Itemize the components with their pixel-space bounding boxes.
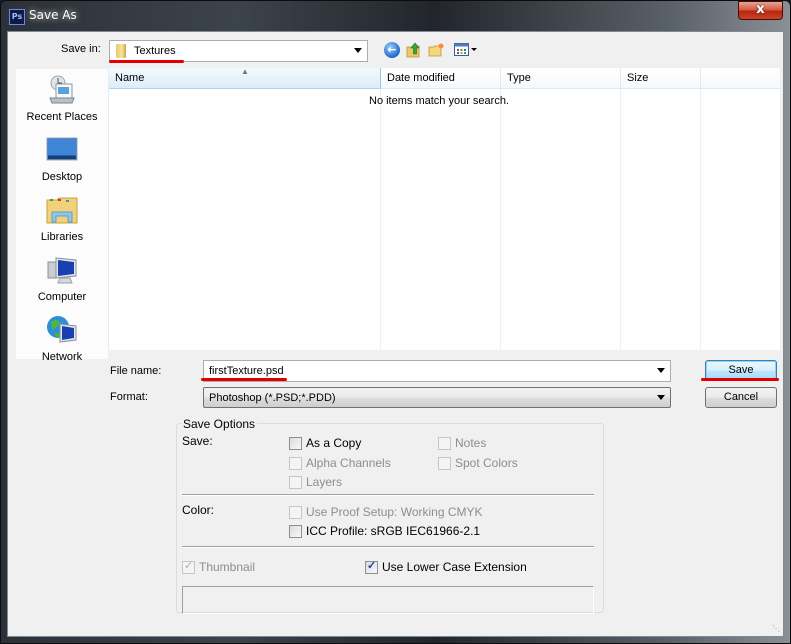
dialog-client-area: Save in: Textures ← Recent Places Deskto… [7, 31, 784, 637]
color-section-label: Color: [182, 503, 215, 517]
sidebar-item-label: Desktop [41, 171, 83, 183]
checkbox-box[interactable] [438, 456, 451, 470]
checkbox-box[interactable] [289, 475, 302, 489]
checkmark-icon: ✓ [184, 559, 194, 572]
status-box [182, 586, 594, 614]
checkmark-icon: ✓ [367, 559, 377, 572]
save-section-label: Save: [182, 434, 213, 448]
alpha-channels-checkbox[interactable]: Alpha Channels [289, 456, 391, 470]
checkbox-label: As a Copy [306, 436, 362, 450]
up-folder-icon[interactable] [406, 42, 422, 58]
use-proof-setup-checkbox[interactable]: Use Proof Setup: Working CMYK [289, 505, 483, 519]
layers-checkbox[interactable]: Layers [289, 475, 342, 489]
recent-places-icon [49, 75, 75, 104]
checkbox-label: Alpha Channels [306, 456, 391, 470]
checkbox-label: Layers [306, 475, 343, 489]
chevron-down-icon[interactable] [657, 368, 665, 373]
sidebar-item-libraries[interactable]: Libraries [16, 194, 108, 243]
network-icon [47, 316, 77, 343]
format-label: Format: [110, 391, 148, 403]
format-value: Photoshop (*.PSD;*.PDD) [209, 392, 336, 404]
sidebar-item-computer[interactable]: Computer [16, 254, 108, 303]
annotation-underline-save-in [109, 60, 184, 63]
checkbox-box[interactable]: ✓ [182, 559, 195, 574]
checkbox-label: ICC Profile: sRGB IEC61966-2.1 [306, 524, 481, 538]
sidebar-item-desktop[interactable]: Desktop [16, 134, 108, 183]
checkbox-label: Spot Colors [455, 456, 518, 470]
file-name-label: File name: [110, 365, 162, 377]
save-as-dialog: Ps Save As x Save in: Textures ← Recent … [0, 0, 791, 644]
close-icon: x [756, 2, 765, 17]
column-header-label: Size [627, 72, 649, 84]
sort-ascending-icon: ▲ [241, 67, 249, 76]
as-a-copy-checkbox[interactable]: As a Copy [289, 436, 361, 450]
file-list[interactable]: ▲ Name Date modified Type Size No items … [108, 67, 780, 350]
chevron-down-icon [354, 48, 362, 53]
folder-icon [116, 44, 126, 58]
icc-profile-checkbox[interactable]: ICC Profile: sRGB IEC61966-2.1 [289, 524, 480, 538]
back-icon[interactable]: ← [384, 42, 400, 58]
lower-case-extension-checkbox[interactable]: ✓ Use Lower Case Extension [365, 560, 527, 574]
checkbox-label: Notes [455, 436, 487, 450]
checkbox-box[interactable] [289, 456, 302, 470]
resize-grip-icon[interactable]: ⋱ [772, 624, 780, 633]
notes-checkbox[interactable]: Notes [438, 436, 486, 450]
annotation-underline-save [701, 378, 779, 381]
save-in-label: Save in: [61, 43, 101, 55]
column-header-label: Date modified [387, 72, 455, 84]
desktop-icon [46, 137, 78, 161]
sidebar-item-label: Computer [37, 291, 87, 303]
places-bar: Recent Places Desktop Libraries Computer… [16, 69, 108, 363]
save-in-dropdown[interactable]: Textures [109, 40, 368, 62]
column-divider [500, 89, 501, 350]
cancel-button[interactable]: Cancel [705, 387, 777, 408]
checkbox-box[interactable] [289, 436, 302, 450]
libraries-icon [46, 197, 78, 224]
column-divider [620, 89, 621, 350]
column-header-label: Type [507, 72, 531, 84]
sidebar-item-label: Network [41, 351, 83, 363]
checkbox-label: Thumbnail [199, 560, 256, 574]
checkbox-box[interactable] [438, 436, 451, 450]
sidebar-item-label: Recent Places [26, 111, 98, 123]
column-header-type[interactable]: Type [501, 68, 621, 89]
format-dropdown[interactable]: Photoshop (*.PSD;*.PDD) [203, 387, 671, 408]
close-button[interactable]: x [738, 1, 783, 20]
title-bar[interactable]: Ps Save As x [1, 1, 790, 31]
column-header-blank [701, 68, 780, 89]
window-title: Save As [29, 8, 77, 22]
file-name-value: firstTexture.psd [209, 365, 284, 377]
divider [182, 494, 594, 496]
spot-colors-checkbox[interactable]: Spot Colors [438, 456, 518, 470]
checkbox-label: Use Proof Setup: Working CMYK [306, 505, 483, 519]
sidebar-item-label: Libraries [40, 231, 84, 243]
save-options-title: Save Options [181, 417, 258, 431]
annotation-underline-file-name [201, 378, 287, 381]
computer-icon [47, 257, 77, 284]
empty-list-message: No items match your search. [369, 95, 509, 107]
checkbox-box[interactable] [289, 505, 302, 519]
sidebar-item-recent-places[interactable]: Recent Places [16, 74, 108, 123]
column-header-name[interactable]: ▲ Name [109, 67, 381, 89]
views-menu-icon[interactable] [454, 42, 478, 58]
new-folder-icon[interactable] [428, 42, 444, 58]
checkbox-label: Use Lower Case Extension [382, 560, 527, 574]
checkbox-box[interactable]: ✓ [365, 559, 378, 574]
column-divider [700, 89, 701, 350]
divider [182, 546, 594, 548]
photoshop-icon: Ps [9, 9, 25, 25]
column-divider [380, 89, 381, 350]
checkbox-box[interactable] [289, 524, 302, 538]
column-header-size[interactable]: Size [621, 68, 701, 89]
chevron-down-icon [657, 395, 665, 400]
sidebar-item-network[interactable]: Network [16, 314, 108, 363]
thumbnail-checkbox[interactable]: ✓ Thumbnail [182, 560, 255, 574]
column-header-date-modified[interactable]: Date modified [381, 68, 501, 89]
save-in-value: Textures [134, 45, 176, 57]
column-header-label: Name [115, 72, 145, 84]
